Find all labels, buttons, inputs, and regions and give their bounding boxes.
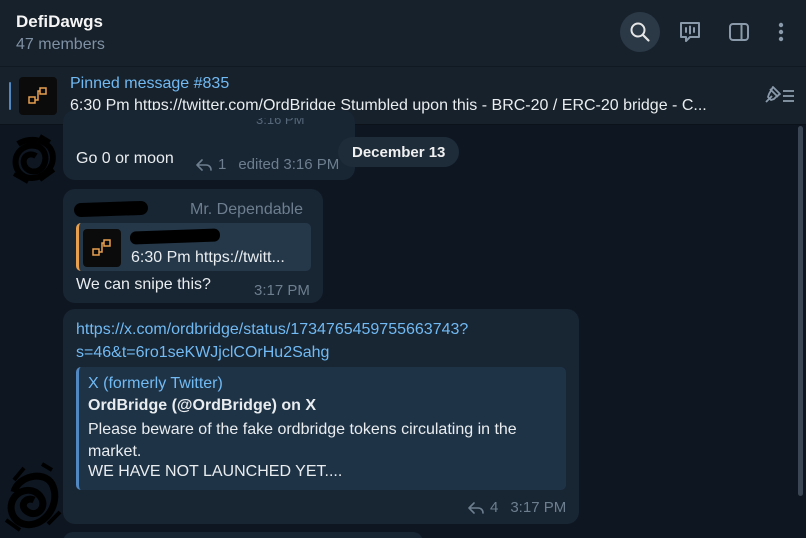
search-button[interactable] [620,12,660,52]
message-bubble[interactable] [63,532,423,538]
chat-scrollbar[interactable] [798,126,803,496]
avatar[interactable] [10,134,58,184]
message-time: edited 3:16 PM [238,156,340,173]
reply-arrow-icon [468,501,484,514]
pinned-indicator [9,82,11,110]
message-meta: 4 3:17 PM [468,499,566,516]
sidebar-toggle-button[interactable] [719,12,759,52]
message-meta: 1 edited 3:16 PM [196,156,339,173]
message-time: 3:17 PM [254,282,310,299]
redacted-sender-name [73,200,149,218]
message-text: Go 0 or moon [76,150,174,167]
reply-count[interactable]: 1 [218,156,226,173]
preview-title: OrdBridge (@OrdBridge) on X [88,397,317,414]
video-chat-button[interactable] [670,12,710,52]
search-icon [630,22,650,42]
chat-title[interactable]: DefiDawgs [16,12,103,32]
pinned-title: Pinned message #835 [70,75,230,92]
scribbled-avatar-icon [4,462,62,532]
preview-description: Please beware of the fake ordbridge toke… [88,421,517,460]
avatar[interactable] [4,462,62,532]
message-link[interactable]: https://x.com/ordbridge/status/173476545… [76,318,468,364]
member-count: 47 members [16,36,105,53]
unpin-list-icon [765,86,794,103]
reply-arrow-icon [196,158,212,171]
bridge-logo-icon [92,239,111,256]
reply-count[interactable]: 4 [490,499,498,516]
sidebar-toggle-icon [729,23,749,41]
quoted-text: 6:30 Pm https://twitt... [131,249,285,266]
video-chat-icon [680,22,700,42]
pinned-thumbnail [19,77,57,115]
preview-description-2: WE HAVE NOT LAUNCHED YET.... [88,463,343,480]
date-separator: December 13 [338,137,460,167]
message-time: 3:17 PM [510,499,567,516]
preview-site-name: X (formerly Twitter) [88,375,223,392]
quoted-thumbnail [83,229,121,267]
unpin-button[interactable] [762,84,796,111]
bridge-logo-icon [28,87,47,104]
more-menu-button[interactable] [761,12,801,52]
chat-header: DefiDawgs 47 members [0,0,806,67]
sender-badge: Mr. Dependable [190,201,303,218]
scribbled-avatar-icon [12,134,56,184]
message-text: We can snipe this? [76,276,211,293]
more-vertical-icon [778,22,784,42]
